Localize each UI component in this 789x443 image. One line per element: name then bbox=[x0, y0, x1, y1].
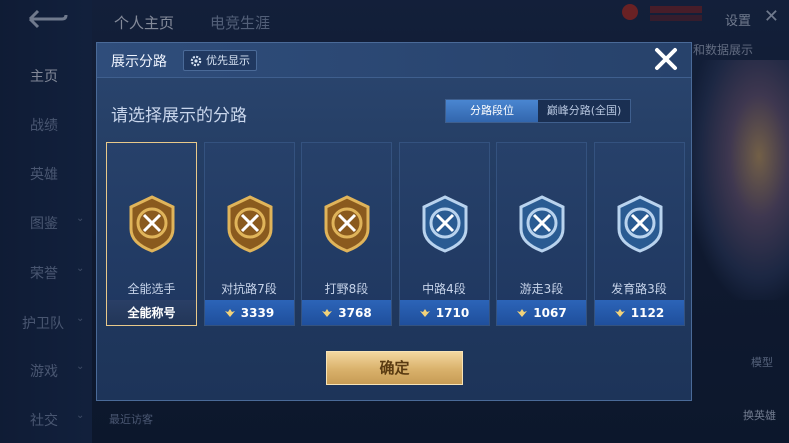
fan-icon bbox=[517, 308, 528, 317]
fan-icon bbox=[614, 308, 625, 317]
lane-card[interactable]: 全能选手 全能称号 bbox=[106, 142, 197, 326]
confirm-button[interactable]: 确定 bbox=[326, 351, 463, 385]
lane-card-value: 3339 bbox=[240, 305, 275, 320]
lane-display-dialog: 展示分路 优先显示 请选择展示的分路 分路段位 巅峰分路(全国) 全能选手全能称… bbox=[96, 42, 692, 401]
lane-card-footer: 3768 bbox=[302, 300, 391, 325]
lane-card-title: 打野8段 bbox=[324, 282, 369, 296]
fan-icon bbox=[224, 308, 235, 317]
priority-display-label: 优先显示 bbox=[206, 54, 250, 67]
lane-card-value: 1122 bbox=[630, 305, 665, 320]
lane-card-title: 对抗路7段 bbox=[221, 282, 277, 296]
priority-display-button[interactable]: 优先显示 bbox=[183, 50, 257, 71]
all-round-emblem-icon bbox=[129, 195, 175, 253]
lane-card[interactable]: 游走3段 1067 bbox=[496, 142, 587, 326]
lane-card-value: 1067 bbox=[533, 305, 567, 320]
lane-card-title: 游走3段 bbox=[519, 282, 564, 296]
lane-card-footer: 1710 bbox=[399, 300, 489, 325]
mid-lane-emblem-icon bbox=[422, 195, 467, 253]
lane-card-title: 中路4段 bbox=[422, 282, 466, 296]
dialog-title: 展示分路 bbox=[111, 54, 167, 70]
lane-card[interactable]: 发育路3段 1122 bbox=[593, 142, 685, 326]
gear-icon bbox=[190, 55, 202, 66]
lane-card-value: 1710 bbox=[435, 305, 470, 320]
lane-card-value: 全能称号 bbox=[127, 306, 176, 320]
lane-mode-toggle: 分路段位 巅峰分路(全国) bbox=[445, 99, 631, 123]
lane-card[interactable]: 中路4段 1710 bbox=[398, 142, 490, 326]
lane-card-footer: 1122 bbox=[594, 300, 684, 325]
lane-card-footer: 1067 bbox=[497, 300, 586, 325]
tab-peak-lane[interactable]: 巅峰分路(全国) bbox=[538, 100, 630, 122]
fan-icon bbox=[322, 308, 333, 317]
dialog-subtitle: 请选择展示的分路 bbox=[111, 106, 247, 126]
lane-card-footer: 3339 bbox=[204, 300, 294, 325]
roam-emblem-icon bbox=[519, 195, 565, 253]
tab-lane-rank[interactable]: 分路段位 bbox=[446, 100, 538, 122]
dialog-header: 展示分路 优先显示 bbox=[97, 43, 691, 78]
lane-card-list: 全能选手 全能称号 对抗路7段 3339 打野8段 3768 中路4段 1710 游走3段 106… bbox=[106, 142, 686, 328]
jungle-emblem-icon bbox=[324, 195, 370, 253]
clash-lane-emblem-icon bbox=[227, 195, 272, 253]
lane-card[interactable]: 对抗路7段 3339 bbox=[203, 142, 295, 326]
lane-card-title: 全能选手 bbox=[127, 282, 176, 296]
lane-card-title: 发育路3段 bbox=[611, 282, 667, 296]
lane-card[interactable]: 打野8段 3768 bbox=[301, 142, 392, 326]
lane-card-footer: 全能称号 bbox=[107, 300, 196, 325]
farm-lane-emblem-icon bbox=[617, 195, 662, 253]
close-icon[interactable] bbox=[652, 47, 680, 73]
lane-card-value: 3768 bbox=[338, 305, 372, 320]
fan-icon bbox=[419, 308, 430, 317]
